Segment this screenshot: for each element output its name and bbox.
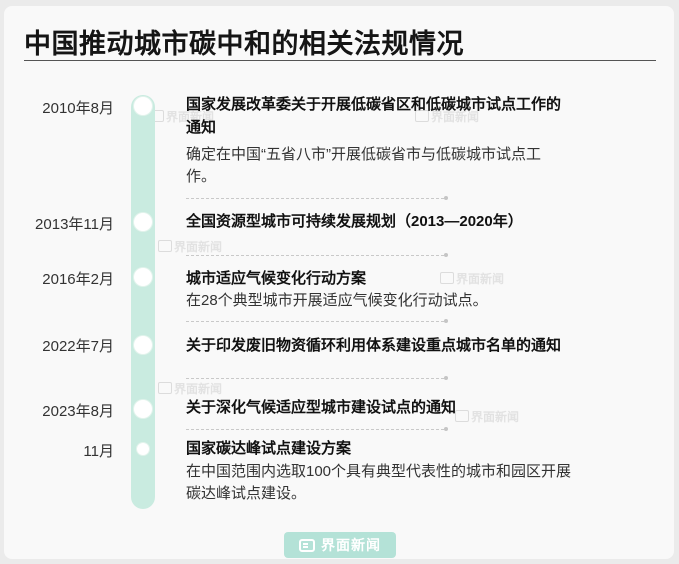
- entry-separator: [186, 321, 444, 322]
- watermark: 界面新闻: [158, 238, 222, 255]
- entry-date: 2022年7月: [42, 338, 114, 355]
- entry-separator: [186, 255, 444, 256]
- entry-date: 2023年8月: [42, 403, 114, 420]
- entry-title: 国家发展改革委关于开展低碳省区和低碳城市试点工作的 通知: [186, 96, 562, 136]
- page-title: 中国推动城市碳中和的相关法规情况: [24, 29, 464, 59]
- entry-title: 关于印发废旧物资循环利用体系建设重点城市名单的通知: [186, 337, 562, 354]
- entry-date: 2010年8月: [42, 100, 114, 117]
- entry-date: 2016年2月: [42, 271, 114, 288]
- separator-dot: [444, 253, 448, 257]
- entry-separator: [186, 378, 444, 379]
- timeline-node: [134, 400, 152, 418]
- entry-description: 在28个典型城市开展适应气候变化行动试点。: [186, 292, 488, 309]
- entry-description: 确定在中国“五省八市”开展低碳省市与低碳城市试点工 作。: [186, 146, 541, 185]
- entry-description: 在中国范围内选取100个具有典型代表性的城市和园区开展 碳达峰试点建设。: [186, 463, 572, 502]
- title-divider: [24, 60, 656, 61]
- timeline-node: [134, 268, 152, 286]
- entry-date: 2013年11月: [35, 216, 114, 233]
- separator-dot: [444, 319, 448, 323]
- timeline-node: [134, 336, 152, 354]
- entry-title: 城市适应气候变化行动方案: [186, 270, 367, 287]
- entry-separator: [186, 198, 444, 199]
- logo-text: 界面新闻: [321, 537, 381, 553]
- entry-title: 国家碳达峰试点建设方案: [186, 440, 352, 457]
- entry-separator: [186, 429, 444, 430]
- separator-dot: [444, 427, 448, 431]
- watermark: 界面新闻: [158, 380, 222, 397]
- entry-title: 全国资源型城市可持续发展规划（2013—2020年）: [186, 213, 523, 230]
- entry-date: 11月: [83, 443, 114, 460]
- brand-logo: 界面新闻: [284, 532, 396, 558]
- entry-title: 关于深化气候适应型城市建设试点的通知: [186, 399, 457, 416]
- timeline-node: [137, 443, 149, 455]
- timeline-node: [134, 97, 152, 115]
- separator-dot: [444, 376, 448, 380]
- news-icon: [299, 538, 315, 552]
- timeline-node: [134, 213, 152, 231]
- separator-dot: [444, 196, 448, 200]
